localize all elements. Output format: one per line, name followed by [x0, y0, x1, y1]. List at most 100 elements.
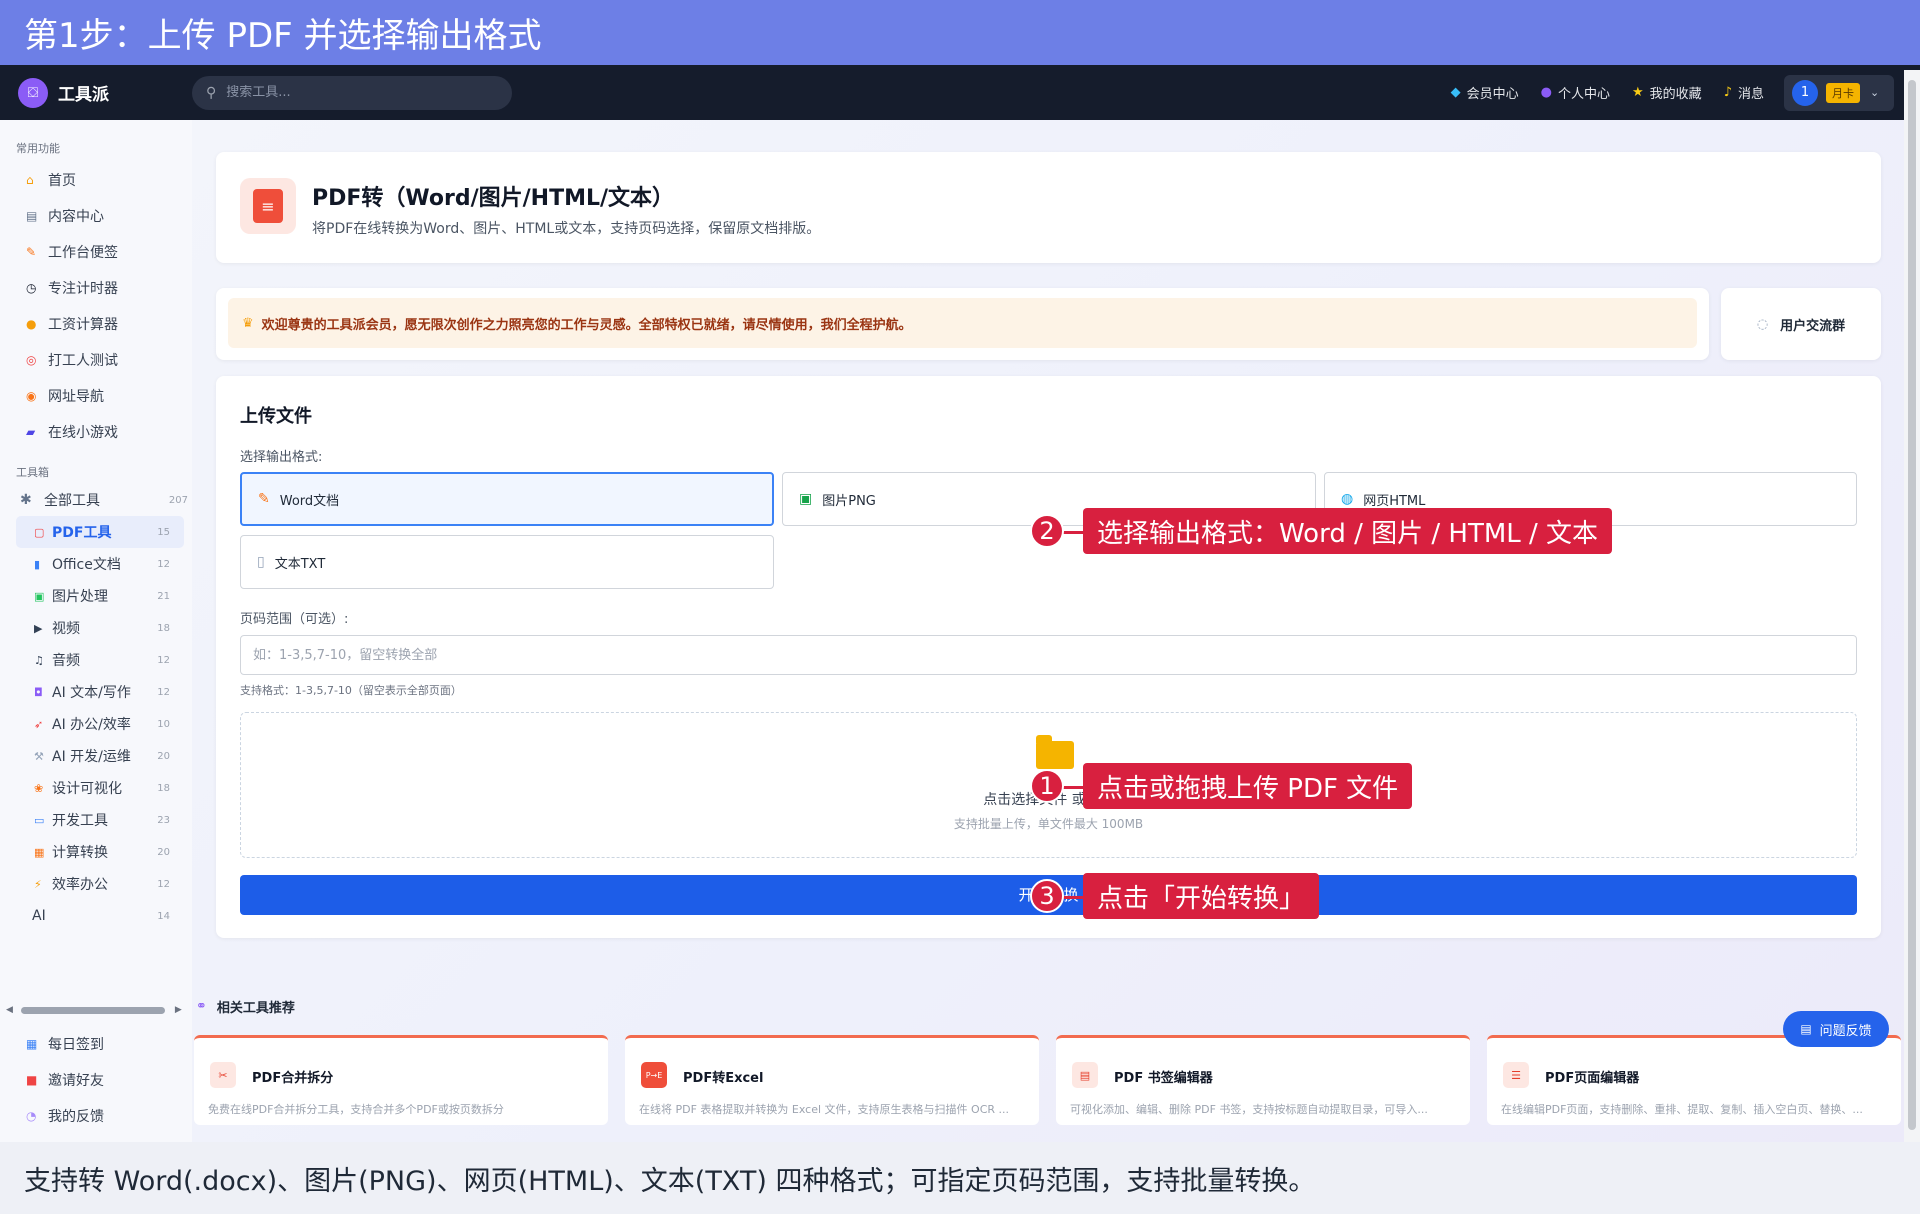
upload-card: 上传文件 选择输出格式: ✎ Word文档 ▣ 图片PNG ◍ 网页HTML ▯…	[216, 376, 1881, 938]
related-tool-card[interactable]: ▤ PDF 书签编辑器 可视化添加、编辑、删除 PDF 书签，支持按标题自动提取…	[1056, 1035, 1470, 1125]
sidebar-item-video[interactable]: ▶ 视频 18	[16, 612, 184, 644]
related-tool-title: PDF转Excel	[683, 1071, 764, 1086]
sidebar-item-calc[interactable]: ▦ 计算转换 20	[16, 836, 184, 868]
money-icon: ●	[26, 317, 37, 331]
folder-icon	[1036, 735, 1074, 769]
nav-personal-center[interactable]: ● 个人中心	[1541, 83, 1610, 102]
sidebar: 常用功能 ⌂ 首页 ▤ 内容中心 ✎ 工作台便签 ◷ 专注计时器 ● 工资计算器 ◎ 打工人…	[0, 120, 192, 1142]
nav-favorites[interactable]: ★ 我的收藏	[1632, 83, 1702, 102]
sidebar-item-notes[interactable]: ✎ 工作台便签	[0, 234, 192, 270]
rocket-icon: ➶	[34, 717, 44, 731]
sidebar-item-label: AI 开发/运维	[52, 749, 131, 765]
step-marker-2: 2	[1030, 514, 1064, 548]
sidebar-item-ai-dev[interactable]: ⚒ AI 开发/运维 20	[16, 740, 184, 772]
sidebar-item-efficiency[interactable]: ⚡ 效率办公 12	[16, 868, 184, 900]
user-icon: ●	[1540, 85, 1552, 100]
sidebar-item-image[interactable]: ▣ 图片处理 21	[16, 580, 184, 612]
format-option-txt[interactable]: ▯ 文本TXT	[240, 535, 774, 589]
target-icon: ◎	[26, 353, 37, 367]
sidebar-item-design[interactable]: ❀ 设计可视化 18	[16, 772, 184, 804]
text-file-icon: ▯	[257, 554, 265, 570]
sidebar-item-worker-test[interactable]: ◎ 打工人测试	[0, 342, 192, 378]
sidebar-item-label: 设计可视化	[52, 781, 122, 797]
sidebar-item-label: PDF工具	[52, 525, 112, 541]
pdf-icon: ▢	[34, 525, 45, 539]
sidebar-item-games[interactable]: ▰ 在线小游戏	[0, 414, 192, 450]
sidebar-item-ai-writing[interactable]: ◘ AI 文本/写作 12	[16, 676, 184, 708]
tool-count: 21	[157, 590, 170, 602]
sidebar-item-label: 工资计算器	[48, 317, 118, 333]
related-tool-card[interactable]: ✂ PDF合并拆分 免费在线PDF合并拆分工具，支持合并多个PDF或按页数拆分	[194, 1035, 608, 1125]
sidebar-item-label: 图片处理	[52, 589, 108, 605]
sidebar-item-invite[interactable]: ■ 邀请好友	[0, 1062, 192, 1098]
note-icon: ✎	[26, 245, 37, 259]
nav-messages[interactable]: ♪ 消息	[1724, 83, 1764, 102]
content-icon: ▤	[26, 209, 38, 223]
scroll-left-icon[interactable]: ◀	[6, 1005, 13, 1015]
diamond-icon: ◆	[1450, 85, 1461, 100]
tool-header-card: ≡ PDF转（Word/图片/HTML/文本） 将PDF在线转换为Word、图片…	[216, 152, 1881, 263]
sidebar-horizontal-scrollbar[interactable]: ◀ ▶	[6, 1003, 188, 1017]
format-label: 选择输出格式:	[240, 450, 323, 465]
tool-count: 12	[157, 558, 170, 570]
tool-count: 207	[168, 494, 188, 506]
related-tool-desc: 免费在线PDF合并拆分工具，支持合并多个PDF或按页数拆分	[208, 1103, 504, 1116]
page-scrollbar[interactable]	[1904, 70, 1920, 1142]
sidebar-item-audio[interactable]: ♫ 音频 12	[16, 644, 184, 676]
image-icon: ▣	[34, 589, 45, 603]
sidebar-item-ai[interactable]: AI 14	[32, 900, 184, 932]
sidebar-item-feedback[interactable]: ◔ 我的反馈	[0, 1098, 192, 1134]
office-icon: ▮	[34, 557, 41, 571]
page-subtitle: 将PDF在线转换为Word、图片、HTML或文本，支持页码选择，保留原文档排版。	[312, 221, 821, 237]
page-title: PDF转（Word/图片/HTML/文本）	[312, 186, 675, 211]
sidebar-item-checkin[interactable]: ▦ 每日签到	[0, 1026, 192, 1062]
nav-member-center[interactable]: ◆ 会员中心	[1451, 83, 1519, 102]
feedback-button[interactable]: ▤ 问题反馈	[1783, 1011, 1889, 1047]
sidebar-item-all-tools[interactable]: ✱ 全部工具 207	[0, 484, 192, 516]
scroll-right-icon[interactable]: ▶	[175, 1005, 182, 1015]
user-menu[interactable]: 1 月卡 ⌄	[1784, 74, 1894, 111]
sidebar-item-salary[interactable]: ● 工资计算器	[0, 306, 192, 342]
sidebar-item-dev-tools[interactable]: ▭ 开发工具 23	[16, 804, 184, 836]
sidebar-item-ai-office[interactable]: ➶ AI 办公/效率 10	[16, 708, 184, 740]
sidebar-item-label: AI 办公/效率	[52, 717, 131, 733]
sidebar-item-label: 内容中心	[48, 209, 104, 225]
page-range-input[interactable]	[240, 635, 1857, 675]
related-tool-desc: 在线编辑PDF页面，支持删除、重排、提取、复制、插入空白页、替换、...	[1501, 1103, 1863, 1116]
sidebar-item-timer[interactable]: ◷ 专注计时器	[0, 270, 192, 306]
sidebar-item-label: 打工人测试	[48, 353, 118, 369]
tool-count: 12	[157, 878, 170, 890]
related-tool-title: PDF合并拆分	[252, 1071, 334, 1086]
sidebar-section-common: 常用功能	[16, 142, 60, 155]
top-navbar: ⛋ 工具派 ⚲ ◆ 会员中心 ● 个人中心 ★ 我的收藏 ♪ 消息 1 月卡 ⌄	[0, 65, 1920, 120]
sidebar-item-label: 开发工具	[52, 813, 108, 829]
dropzone-subtext: 支持批量上传，单文件最大 100MB	[953, 817, 1144, 831]
sidebar-item-url-nav[interactable]: ◉ 网址导航	[0, 378, 192, 414]
gamepad-icon: ▰	[26, 425, 36, 439]
sidebar-item-label: Office文档	[52, 557, 121, 573]
user-group-button[interactable]: ◌ 用户交流群	[1721, 288, 1881, 360]
step-banner: 第1步：上传 PDF 并选择输出格式	[0, 0, 1920, 65]
scrollbar-thumb[interactable]	[20, 1006, 165, 1014]
format-option-label: 网页HTML	[1363, 493, 1426, 509]
bell-icon: ♪	[1723, 85, 1732, 100]
format-option-label: 图片PNG	[822, 493, 876, 509]
format-option-word[interactable]: ✎ Word文档	[240, 472, 774, 526]
related-tools-title: 相关工具推荐	[216, 1001, 295, 1016]
sidebar-item-content[interactable]: ▤ 内容中心	[0, 198, 192, 234]
format-option-label: Word文档	[279, 493, 340, 509]
tool-count: 15	[157, 526, 170, 538]
search-input[interactable]	[226, 85, 487, 100]
sidebar-item-label: AI 文本/写作	[52, 685, 131, 701]
sidebar-item-office[interactable]: ▮ Office文档 12	[16, 548, 184, 580]
page-scrollbar-thumb[interactable]	[1908, 80, 1916, 1130]
app-logo[interactable]: ⛋ 工具派	[18, 77, 188, 108]
search-box[interactable]: ⚲	[192, 75, 512, 110]
sidebar-item-label: 每日签到	[48, 1037, 104, 1053]
sidebar-item-pdf[interactable]: ▢ PDF工具 15	[16, 516, 184, 548]
chevron-down-icon: ⌄	[1870, 86, 1880, 99]
related-tool-card[interactable]: ☰ PDF页面编辑器 在线编辑PDF页面，支持删除、重排、提取、复制、插入空白页…	[1487, 1035, 1901, 1125]
sidebar-item-home[interactable]: ⌂ 首页	[0, 162, 192, 198]
related-tool-card[interactable]: P→E PDF转Excel 在线将 PDF 表格提取并转换为 Excel 文件，…	[625, 1035, 1039, 1125]
lightning-icon: ⚡	[34, 877, 42, 891]
